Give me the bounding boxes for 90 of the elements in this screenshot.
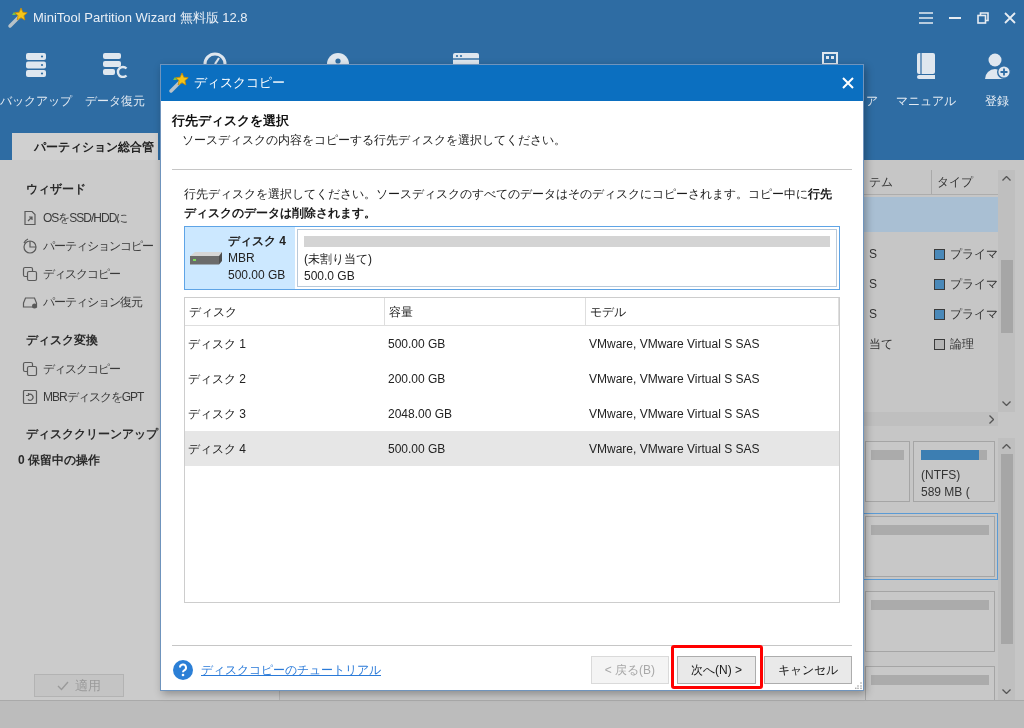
- partition-block[interactable]: (未割り当て) 500.0 GB: [297, 229, 837, 287]
- dialog-button[interactable]: 次へ(N) >: [677, 656, 756, 684]
- scroll-up-icon[interactable]: [1002, 444, 1011, 449]
- table-cell-text: S: [868, 246, 878, 263]
- restore-icon[interactable]: [977, 12, 989, 24]
- table-cell-text: 500.00 GB: [387, 440, 447, 458]
- partition-label: (未割り当て): [304, 251, 372, 268]
- wand-icon: [168, 72, 190, 94]
- tab[interactable]: パーティション総合管: [12, 133, 158, 160]
- tutorial-link[interactable]: ディスクコピーのチュートリアル: [201, 661, 381, 679]
- table-cell-text: 2048.00 GB: [387, 405, 454, 423]
- hard-drive-icon: [189, 251, 223, 265]
- table-cell-text: S: [868, 306, 878, 323]
- partition-scheme: MBR: [228, 249, 256, 267]
- table-cell-text: プライマ: [950, 246, 998, 263]
- table-cell-text: 当て: [868, 336, 894, 353]
- drive-icon: [22, 294, 38, 310]
- sidebar-item[interactable]: MBRディスクをGPT: [22, 383, 144, 411]
- partition-block[interactable]: (NTFS) 589 MB (: [913, 441, 995, 502]
- copy-icon: [22, 361, 38, 377]
- disk-map-row[interactable]: (NTFS) 589 MB (: [862, 438, 998, 505]
- table-cell-text: ディスク 2: [187, 370, 247, 388]
- partition-block[interactable]: [865, 441, 910, 502]
- table-cell-text: プライマ: [950, 276, 998, 293]
- partition-bar: [871, 450, 904, 460]
- column-header: テム: [868, 174, 894, 191]
- section-heading: ディスク変換: [26, 332, 98, 348]
- copy-icon: [22, 266, 38, 282]
- partition-size: 589 MB (: [921, 484, 971, 501]
- toolbar-button[interactable]: データ復元: [80, 52, 150, 110]
- table-cell-text: VMware, VMware Virtual S SAS: [588, 405, 761, 423]
- table-cell-text: ディスク 3: [187, 405, 247, 423]
- database-refresh-icon: [102, 52, 128, 78]
- toolbar-button[interactable]: 登録: [977, 52, 1017, 110]
- gauge-icon[interactable]: [203, 52, 227, 64]
- check-icon: [57, 680, 69, 691]
- sidebar-item[interactable]: パーティションコピー: [22, 232, 153, 260]
- table-cell-text: S: [868, 276, 878, 293]
- scroll-up-icon[interactable]: [1002, 176, 1011, 181]
- dialog-title: ディスクコピー: [194, 74, 285, 93]
- partition-size: 500.0 GB: [304, 268, 355, 285]
- user-add-icon: [983, 52, 1011, 80]
- column-header: 容量: [385, 298, 586, 325]
- table-cell-text: ディスク 1: [187, 335, 247, 353]
- scroll-down-icon[interactable]: [1002, 689, 1011, 694]
- menu-icon[interactable]: [919, 12, 933, 24]
- section-heading: ウィザード: [26, 182, 86, 197]
- scroll-down-icon[interactable]: [1002, 401, 1011, 406]
- disk-name: ディスク 4: [228, 232, 286, 250]
- sidebar-item[interactable]: OSをSSD/HDDに: [22, 204, 128, 232]
- partition-label: (NTFS): [921, 467, 962, 484]
- book-icon: [915, 52, 937, 80]
- toolbar-button[interactable]: マニュアル: [894, 52, 958, 110]
- sidebar-item[interactable]: ディスクコピー: [22, 260, 120, 288]
- toolbar-label: ア: [866, 93, 878, 110]
- column-header: モデル: [586, 298, 839, 325]
- help-icon[interactable]: [173, 660, 193, 680]
- database-icon: [24, 52, 48, 78]
- table-cell-text: 論理: [950, 336, 974, 353]
- document-arrow-icon: [22, 210, 38, 226]
- table-cell-text: VMware, VMware Virtual S SAS: [588, 440, 761, 458]
- section-heading: 行先ディスクを選択: [172, 112, 289, 130]
- sidebar-item[interactable]: ディスクコピー: [22, 355, 120, 383]
- pending-operations: 0 保留中の操作: [18, 452, 100, 469]
- sidebar-item[interactable]: パーティション復元: [22, 288, 142, 316]
- section-subtitle: ソースディスクの内容をコピーする行先ディスクを選択してください。: [182, 132, 566, 149]
- column-header: ディスク: [185, 298, 385, 325]
- window-icon[interactable]: [452, 52, 480, 64]
- table-cell-text: ディスク 4: [187, 440, 247, 458]
- scroll-right-icon[interactable]: [989, 414, 994, 424]
- scrollbar-thumb[interactable]: [1000, 454, 1013, 644]
- clock-icon: [22, 238, 38, 254]
- table-row[interactable]: ディスク 4 500.00 GB VMware, VMware Virtual S SAS: [185, 431, 839, 466]
- dialog-button[interactable]: キャンセル: [764, 656, 852, 684]
- description-text: 行先ディスクを選択してください。ソースディスクのすべてのデータはそのディスクにコピーされます。コピー中に行先ディスクのデータは削除されます。: [184, 186, 833, 222]
- disk-size: 500.00 GB: [228, 266, 286, 284]
- close-icon[interactable]: [1004, 12, 1016, 24]
- section-heading: ディスククリーンアップ: [26, 426, 158, 442]
- table-cell-text: 500.00 GB: [387, 335, 447, 353]
- toolbar-button[interactable]: バックアップ: [0, 52, 72, 110]
- table-cell-text: プライマ: [950, 306, 998, 323]
- scrollbar-thumb[interactable]: [1000, 260, 1013, 333]
- resize-grip-icon[interactable]: [855, 682, 862, 689]
- wand-icon: [7, 7, 29, 29]
- table-cell-text: VMware, VMware Virtual S SAS: [588, 335, 761, 353]
- usb-plug-icon[interactable]: [820, 52, 840, 64]
- window-title: MiniTool Partition Wizard 無料版 12.8: [33, 9, 248, 28]
- table-cell-text: 200.00 GB: [387, 370, 447, 388]
- disk-card[interactable]: ディスク 4 MBR 500.00 GB (未割り当て) 500.0 GB: [184, 226, 840, 290]
- table-cell-text: VMware, VMware Virtual S SAS: [588, 370, 761, 388]
